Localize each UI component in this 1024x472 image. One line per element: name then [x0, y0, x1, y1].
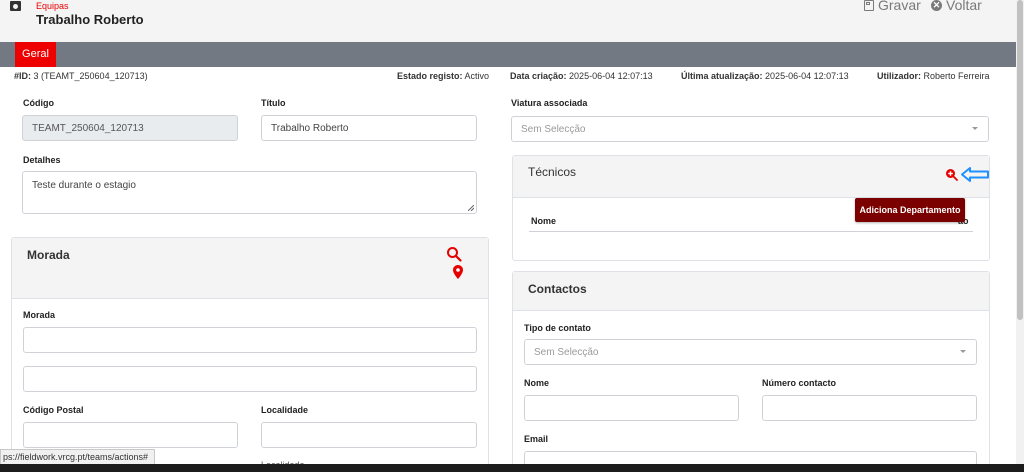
- record-id: #ID: 3 (TEAMT_250604_120713): [14, 71, 148, 81]
- tipo-contato-select[interactable]: Sem Selecção: [524, 339, 977, 365]
- email-label: Email: [524, 434, 549, 444]
- utilizador-label: Utilizador:: [877, 71, 921, 81]
- morada-label: Morada: [23, 310, 56, 320]
- contactos-panel: Contactos: [512, 271, 990, 472]
- morada-input-2[interactable]: [23, 366, 477, 392]
- tab-bar: Geral: [0, 42, 1024, 67]
- save-icon: [864, 0, 874, 11]
- viatura-label: Viatura associada: [511, 98, 588, 108]
- id-value: 3 (TEAMT_250604_120713): [33, 71, 148, 81]
- morada-input-1[interactable]: [23, 327, 477, 353]
- titulo-label: Título: [261, 98, 286, 108]
- utilizador-value: Roberto Ferreira: [923, 71, 990, 81]
- contacto-nome-label: Nome: [524, 378, 550, 388]
- localidade-label: Localidade: [261, 405, 309, 415]
- tecnicos-panel-title: Técnicos: [528, 165, 577, 179]
- tipo-contato-label: Tipo de contato: [524, 323, 591, 333]
- detalhes-label: Detalhes: [23, 155, 61, 165]
- chevron-down-icon: [972, 127, 978, 130]
- codigo-postal-input[interactable]: [23, 422, 238, 448]
- back-label: Voltar: [946, 0, 982, 13]
- add-departamento-tooltip: Adiciona Departamento: [855, 198, 965, 222]
- tecnicos-table-divider: [529, 231, 973, 232]
- ultima-label: Última atualização:: [681, 71, 763, 81]
- ultima-atualizacao: Última atualização: 2025-06-04 12:07:13: [681, 71, 849, 81]
- ultima-value: 2025-06-04 12:07:13: [765, 71, 849, 81]
- page-scrollbar[interactable]: [1016, 0, 1024, 464]
- close-circle-icon: ✕: [931, 0, 942, 11]
- app-icon: [10, 1, 21, 11]
- tab-geral[interactable]: Geral: [15, 42, 56, 67]
- morada-panel-header: [12, 238, 488, 299]
- save-button[interactable]: Gravar: [864, 0, 921, 13]
- save-label: Gravar: [878, 0, 921, 13]
- back-button[interactable]: ✕ Voltar: [931, 0, 982, 13]
- contactos-panel-title: Contactos: [528, 282, 587, 296]
- chevron-down-icon: [960, 350, 966, 353]
- codigo-field[interactable]: TEAMT_250604_120713: [22, 115, 238, 141]
- estado-label: Estado registo:: [397, 71, 463, 81]
- scrollbar-thumb[interactable]: [1017, 0, 1023, 320]
- detalhes-textarea[interactable]: Teste durante o estagio: [22, 171, 477, 214]
- os-taskbar: [0, 464, 1024, 472]
- add-circle-icon[interactable]: [945, 168, 958, 181]
- morada-panel-title: Morada: [27, 248, 70, 262]
- codigo-postal-label: Código Postal: [23, 405, 84, 415]
- titulo-field[interactable]: Trabalho Roberto: [261, 115, 477, 141]
- record-title: Trabalho Roberto: [36, 12, 144, 27]
- estado-value: Activo: [464, 71, 490, 81]
- id-label: #ID:: [14, 71, 32, 81]
- search-icon[interactable]: [446, 246, 462, 262]
- detalhes-value: Teste durante o estagio: [32, 180, 136, 191]
- page-header: Equipas Trabalho Roberto Gravar ✕ Voltar: [0, 0, 1024, 42]
- map-marker-icon[interactable]: [453, 265, 463, 279]
- viatura-value: Sem Selecção: [521, 123, 586, 135]
- tecnicos-col-nome: Nome: [531, 216, 557, 226]
- status-url-bar: ps://fieldwork.vrcg.pt/teams/actions#: [0, 449, 156, 465]
- estado-registo: Estado registo: Activo: [397, 71, 489, 81]
- data-criacao-label: Data criação:: [510, 71, 567, 81]
- codigo-label: Código: [23, 98, 54, 108]
- resize-grip-icon[interactable]: [468, 205, 474, 211]
- tecnicos-panel-header: [513, 156, 989, 198]
- contacto-nome-input[interactable]: [524, 395, 739, 421]
- module-name: Equipas: [36, 1, 69, 11]
- data-criacao-value: 2025-06-04 12:07:13: [569, 71, 653, 81]
- tipo-contato-value: Sem Selecção: [534, 346, 599, 358]
- data-criacao: Data criação: 2025-06-04 12:07:13: [510, 71, 653, 81]
- utilizador: Utilizador: Roberto Ferreira: [877, 71, 990, 81]
- arrow-left-icon: [961, 167, 989, 182]
- localidade-input[interactable]: [261, 422, 477, 448]
- viatura-select[interactable]: Sem Selecção: [511, 116, 989, 142]
- numero-contacto-label: Número contacto: [762, 378, 837, 388]
- numero-contacto-input[interactable]: [762, 395, 977, 421]
